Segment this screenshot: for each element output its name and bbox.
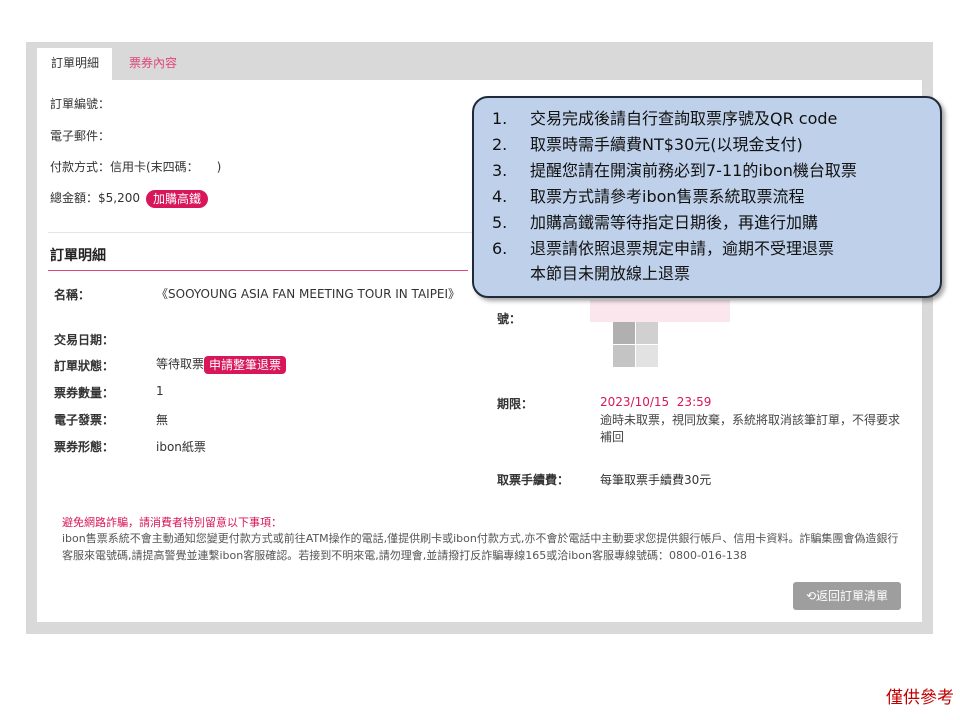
back-button-label: 返回訂單清單: [816, 589, 889, 603]
callout-extra-note: 本節目未開放線上退票: [530, 264, 691, 283]
ticket-qty-value: 1: [156, 384, 164, 398]
deadline-label: 期限：: [497, 397, 534, 411]
reference-only-note: 僅供參考: [886, 688, 954, 708]
order-status-label: 訂單狀態：: [54, 359, 115, 373]
refund-all-button[interactable]: 申請整筆退票: [204, 355, 287, 374]
fraud-notice-title: 避免網路詐騙，請消費者特別留意以下事項：: [62, 516, 282, 529]
callout-list: 1. 交易完成後請自行查詢取票序號及QR code 2. 取票時需手續費NT$30元…: [474, 98, 940, 262]
pickup-code-label: 號：: [497, 312, 522, 326]
ticket-form-value: ibon紙票: [156, 440, 206, 454]
callout-item: 6. 退票請依照退票規定申請，逾期不受理退票: [492, 239, 835, 258]
event-name: 《SOOYOUNG ASIA FAN MEETING TOUR IN TAIPE…: [156, 287, 461, 301]
order-status: 等待取票 申請整筆退票: [156, 355, 287, 374]
deadline-note: 逾時未取票，視同放棄，系統將取消該筆訂單，不得要求補回: [600, 413, 901, 444]
callout-item: 3. 提醒您請在開演前務必到7-11的ibon機台取票: [492, 161, 857, 180]
section-underline: [48, 270, 468, 271]
qr-code-blur: [636, 345, 658, 367]
qr-code-blur: [636, 322, 658, 344]
ticket-form-label: 票券形態：: [54, 440, 115, 454]
tab-order-detail[interactable]: 訂單明細: [37, 48, 112, 80]
deadline-value: 2023/10/15 23:59: [600, 395, 712, 409]
total-amount: 總金額：$5,200 加購高鐵: [50, 189, 209, 208]
pickup-fee-label: 取票手續費：: [497, 473, 570, 487]
fraud-notice-body: ibon售票系統不會主動通知您變更付款方式或前往ATM操作的電話,僅提供刷卡或i…: [62, 532, 899, 562]
redacted-code: [590, 300, 730, 322]
callout-item: 5. 加購高鐵需等待指定日期後，再進行加購: [492, 213, 819, 232]
transaction-date-label: 交易日期：: [54, 333, 115, 347]
invoice-value: 無: [156, 413, 169, 427]
hsr-addon-badge[interactable]: 加購高鐵: [146, 189, 209, 208]
order-status-value: 等待取票: [156, 357, 205, 371]
ticket-qty-label: 票券數量：: [54, 386, 115, 400]
callout-item: 4. 取票方式請參考ibon售票系統取票流程: [492, 187, 805, 206]
total-amount-label: 總金額：$5,200: [50, 191, 140, 205]
annotation-callout: 1. 交易完成後請自行查詢取票序號及QR code 2. 取票時需手續費NT$30元…: [472, 96, 942, 298]
section-title: 訂單明細: [50, 248, 106, 264]
payment-method-label: 付款方式：信用卡(末四碼： ): [50, 160, 222, 174]
invoice-label: 電子發票：: [54, 413, 115, 427]
email-label: 電子郵件：: [50, 129, 111, 143]
name-label: 名稱：: [54, 288, 91, 302]
back-to-order-list-button[interactable]: ⟲返回訂單清單: [793, 582, 901, 610]
refresh-icon: ⟲: [805, 589, 817, 603]
callout-item: 1. 交易完成後請自行查詢取票序號及QR code: [492, 109, 838, 128]
qr-code-blur: [613, 322, 635, 344]
order-number-label: 訂單編號：: [50, 97, 111, 111]
callout-item: 2. 取票時需手續費NT$30元(以現金支付): [492, 135, 803, 154]
pickup-fee-value: 每筆取票手續費30元: [600, 473, 712, 487]
tab-ticket-content[interactable]: 票券內容: [115, 48, 191, 80]
divider: [48, 232, 478, 233]
qr-code-blur: [613, 345, 635, 367]
